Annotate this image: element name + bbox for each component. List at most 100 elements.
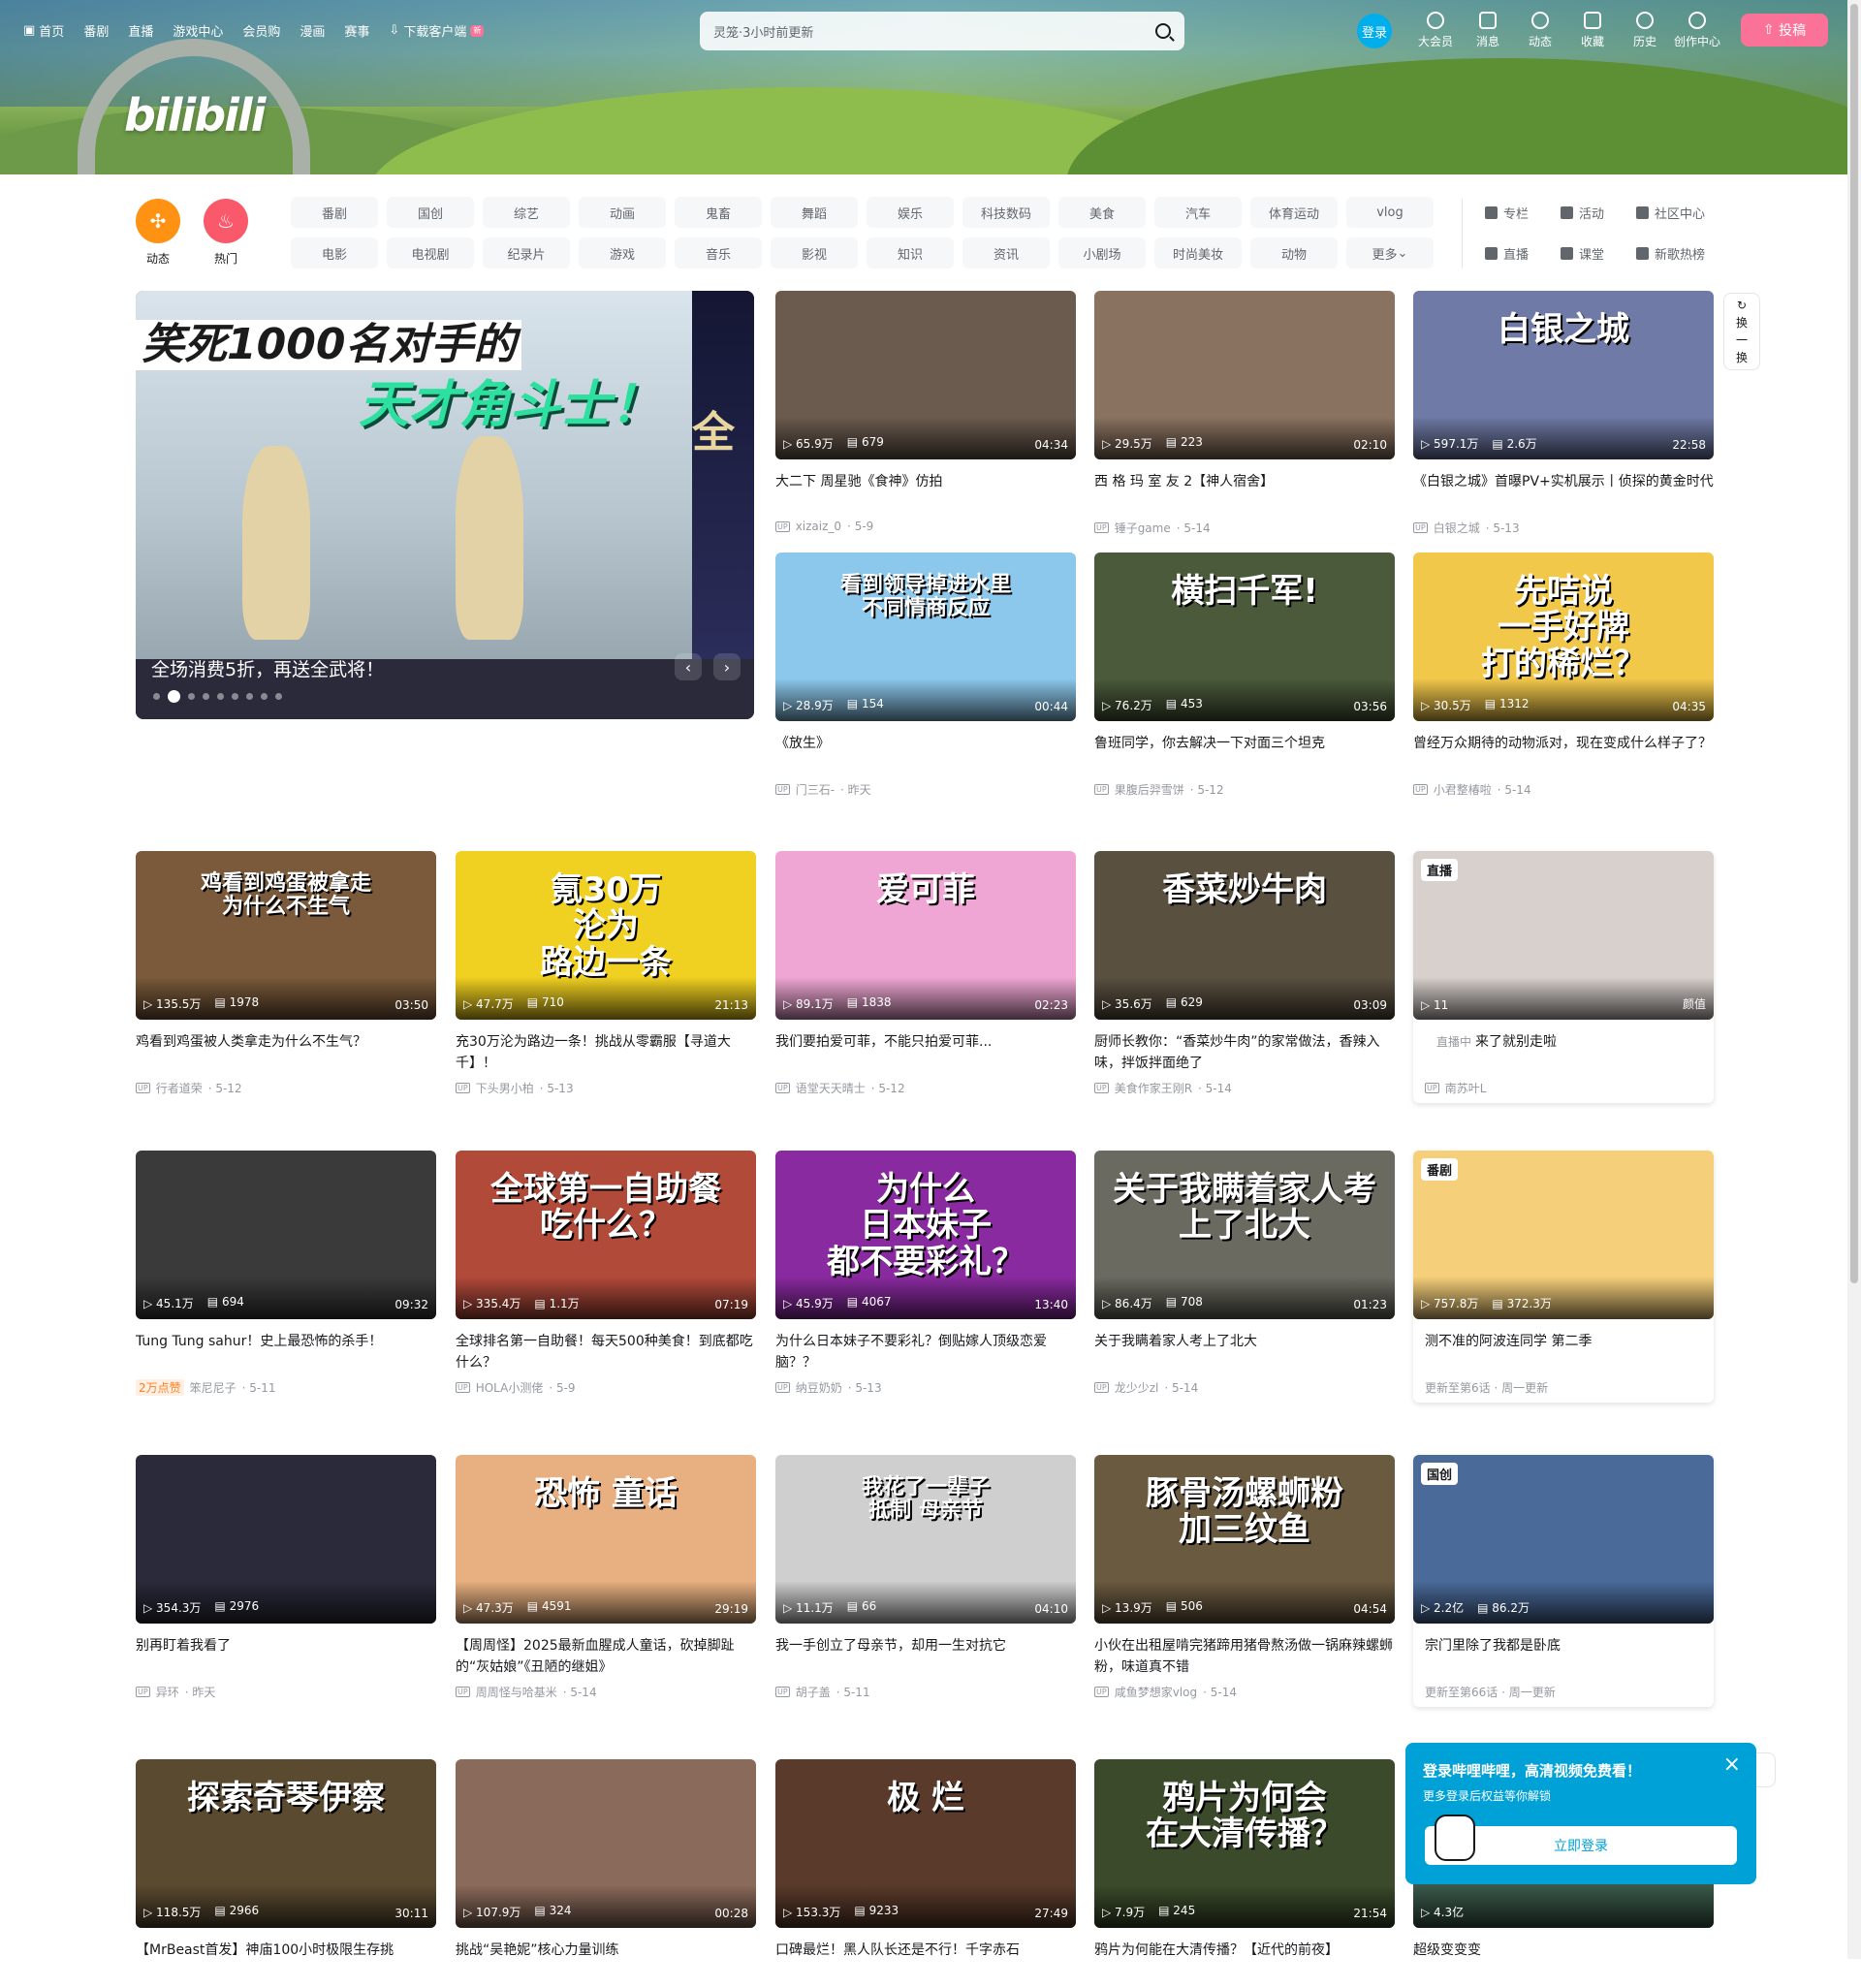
carousel-dot[interactable]: [203, 693, 209, 700]
scrollbar[interactable]: [1847, 0, 1861, 1959]
uploader-name[interactable]: 白银之城: [1434, 520, 1480, 536]
bilibili-logo[interactable]: bilibili: [124, 89, 266, 142]
video-card[interactable]: 全球第一自助餐 吃什么？ ▷ 335.4万 ▤ 1.1万 07:19 全球排名第一自助餐…: [456, 1151, 756, 1396]
nav-vip[interactable]: 大会员: [1409, 12, 1462, 49]
channel-tag[interactable]: 小剧场: [1058, 237, 1146, 268]
video-thumbnail[interactable]: 豚骨汤螺蛳粉 加三纹鱼 ▷ 13.9万 ▤ 506 04:54: [1094, 1455, 1395, 1624]
video-card[interactable]: 国创 ▷ 2.2亿 ▤ 86.2万 宗门里除了我都是卧底 更新至第66话 · 周一更新: [1413, 1455, 1714, 1707]
nav-manga[interactable]: 漫画: [300, 21, 325, 40]
video-title[interactable]: 厨师长教你：“香菜炒牛肉”的家常做法，香辣入味，拌饭拌面绝了: [1094, 1031, 1395, 1074]
video-card[interactable]: 探索奇琴伊察 ▷ 118.5万 ▤ 2966 30:11 【MrBeast首发】神庙10…: [136, 1759, 436, 1988]
video-title[interactable]: 关于我瞒着家人考上了北大: [1094, 1331, 1395, 1373]
video-thumbnail[interactable]: ▷ 107.9万 ▤ 324 00:28: [456, 1759, 756, 1928]
carousel-dot[interactable]: [261, 693, 268, 700]
video-card[interactable]: ▷ 65.9万 ▤ 679 04:34 大二下 周星驰《食神》仿拍 UP xizaiz_0…: [775, 291, 1076, 533]
channel-tag[interactable]: 知识: [867, 237, 954, 268]
search-bar[interactable]: 灵笼·3小时前更新: [700, 12, 1184, 50]
video-thumbnail[interactable]: 我花了一辈子 抵制 母亲节 ▷ 11.1万 ▤ 66 04:10: [775, 1455, 1076, 1624]
uploader-name[interactable]: 龙少少zl: [1115, 1379, 1159, 1396]
video-card[interactable]: 番剧 ▷ 757.8万 ▤ 372.3万 测不准的阿波连同学 第二季 更新至第6话 · …: [1413, 1151, 1714, 1403]
video-title[interactable]: 充30万沦为路边一条！挑战从零霸服【寻道大千】！: [456, 1031, 756, 1074]
video-card[interactable]: 爱可菲 ▷ 89.1万 ▤ 1838 02:23 我们要拍爱可菲，不能只拍爱可菲... U…: [775, 851, 1076, 1096]
channel-tag[interactable]: 影视: [771, 237, 858, 268]
nav-history[interactable]: 历史: [1619, 12, 1671, 49]
video-card[interactable]: ▷ 29.5万 ▤ 223 02:10 西 格 玛 室 友 2【神人宿舍】 UP 锤子ga…: [1094, 291, 1395, 536]
nav-dynamic[interactable]: 动态: [1514, 12, 1566, 49]
nav-mall[interactable]: 会员购: [242, 21, 280, 40]
channel-tag[interactable]: 娱乐: [867, 197, 954, 228]
video-title[interactable]: 我一手创立了母亲节，却用一生对抗它: [775, 1635, 1076, 1678]
video-title[interactable]: 鸦片为何能在大清传播？【近代的前夜】: [1094, 1940, 1395, 1982]
video-thumbnail[interactable]: 爱可菲 ▷ 89.1万 ▤ 1838 02:23: [775, 851, 1076, 1020]
video-thumbnail[interactable]: ▷ 65.9万 ▤ 679 04:34: [775, 291, 1076, 459]
video-thumbnail[interactable]: 恐怖 童话 ▷ 47.3万 ▤ 4591 29:19: [456, 1455, 756, 1624]
video-title[interactable]: 大二下 周星驰《食神》仿拍: [775, 471, 1076, 514]
uploader-name[interactable]: 咸鱼梦想家vlog: [1115, 1684, 1197, 1700]
video-title[interactable]: 【MrBeast首发】神庙100小时极限生存挑: [136, 1940, 436, 1982]
video-title[interactable]: 直播中 来了就别走啦: [1413, 1031, 1714, 1074]
uploader-name[interactable]: 纳豆奶奶: [796, 1379, 842, 1396]
channel-tag[interactable]: 游戏: [579, 237, 666, 268]
video-card[interactable]: 极 烂 ▷ 153.3万 ▤ 9233 27:49 口碑最烂！黑人队长还是不行！千字赤石: [775, 1759, 1076, 1988]
video-card[interactable]: ▷ 45.1万 ▤ 694 09:32 Tung Tung sahur！史上最恐怖的杀…: [136, 1151, 436, 1396]
nav-game-center[interactable]: 游戏中心: [173, 21, 223, 40]
channel-tag[interactable]: 舞蹈: [771, 197, 858, 228]
channel-tag[interactable]: 资讯: [962, 237, 1050, 268]
uploader-name[interactable]: xizaiz_0: [796, 520, 841, 533]
uploader-name[interactable]: 笨尼尼子: [190, 1379, 237, 1396]
uploader-name[interactable]: 语堂天天晴士: [796, 1080, 866, 1096]
carousel[interactable]: 全 笑死1000名对手的 天才角斗士！ 全场消费5折，再送全武将！ ‹ ›: [136, 291, 754, 719]
video-card[interactable]: 香菜炒牛肉 ▷ 35.6万 ▤ 629 03:09 厨师长教你：“香菜炒牛肉”的家常做法…: [1094, 851, 1395, 1096]
extra-channel-link[interactable]: 社区中心: [1636, 204, 1705, 222]
carousel-dot[interactable]: [232, 693, 238, 700]
carousel-dot[interactable]: [275, 693, 282, 700]
video-thumbnail[interactable]: 鸦片为何会 在大清传播？ ▷ 7.9万 ▤ 245 21:54: [1094, 1759, 1395, 1928]
video-card[interactable]: 横扫千军! ▷ 76.2万 ▤ 453 03:56 鲁班同学，你去解决一下对面三个坦克 U…: [1094, 552, 1395, 798]
uploader-name[interactable]: 行者道荣: [156, 1080, 203, 1096]
channel-tag[interactable]: 动画: [579, 197, 666, 228]
extra-channel-link[interactable]: 专栏: [1485, 204, 1529, 222]
video-title[interactable]: 鲁班同学，你去解决一下对面三个坦克: [1094, 733, 1395, 775]
video-thumbnail[interactable]: 白银之城 ▷ 597.1万 ▤ 2.6万 22:58: [1413, 291, 1714, 459]
channel-tag[interactable]: 汽车: [1154, 197, 1242, 228]
channel-tag[interactable]: 国创: [387, 197, 474, 228]
video-card[interactable]: 看到领导掉进水里 不同情商反应 ▷ 28.9万 ▤ 154 00:44 《放生》 UP 门三…: [775, 552, 1076, 798]
channel-tag[interactable]: 纪录片: [483, 237, 570, 268]
video-thumbnail[interactable]: 番剧 ▷ 757.8万 ▤ 372.3万: [1413, 1151, 1714, 1319]
channel-tag[interactable]: 更多 ⌄: [1346, 237, 1434, 268]
video-card[interactable]: 豚骨汤螺蛳粉 加三纹鱼 ▷ 13.9万 ▤ 506 04:54 小伙在出租屋啃完猪蹄用猪…: [1094, 1455, 1395, 1700]
video-title[interactable]: 全球排名第一自助餐！每天500种美食！到底都吃什么？: [456, 1331, 756, 1373]
channel-tag[interactable]: 鬼畜: [675, 197, 762, 228]
video-card[interactable]: 白银之城 ▷ 597.1万 ▤ 2.6万 22:58 《白银之城》首曝PV+实机展示丨侦…: [1413, 291, 1714, 536]
video-card[interactable]: 为什么 日本妹子 都不要彩礼？ ▷ 45.9万 ▤ 4067 13:40 为什么日本妹子…: [775, 1151, 1076, 1396]
video-thumbnail[interactable]: 关于我瞒着家人考上了北大 ▷ 86.4万 ▤ 708 01:23: [1094, 1151, 1395, 1319]
extra-channel-link[interactable]: 课堂: [1561, 244, 1604, 263]
carousel-title[interactable]: 全场消费5折，再送全武将！: [151, 655, 384, 681]
carousel-prev-button[interactable]: ‹: [675, 653, 702, 680]
uploader-name[interactable]: 南苏叶L: [1445, 1080, 1487, 1096]
video-thumbnail[interactable]: 鸡看到鸡蛋被拿走 为什么不生气 ▷ 135.5万 ▤ 1978 03:50: [136, 851, 436, 1020]
video-card[interactable]: 氪30万 沦为 路边一条 ▷ 47.7万 ▤ 710 21:13 充30万沦为路边一条！…: [456, 851, 756, 1096]
video-thumbnail[interactable]: 看到领导掉进水里 不同情商反应 ▷ 28.9万 ▤ 154 00:44: [775, 552, 1076, 721]
close-icon[interactable]: ×: [1723, 1752, 1741, 1777]
video-thumbnail[interactable]: 极 烂 ▷ 153.3万 ▤ 9233 27:49: [775, 1759, 1076, 1928]
refresh-button[interactable]: ↻ 换 一 换: [1723, 293, 1760, 370]
video-title[interactable]: 鸡看到鸡蛋被人类拿走为什么不生气？: [136, 1031, 436, 1074]
carousel-dot[interactable]: [188, 693, 195, 700]
nav-message[interactable]: 消息: [1462, 12, 1514, 49]
channel-tag[interactable]: 动物: [1250, 237, 1338, 268]
uploader-name[interactable]: 美食作家王刚R: [1115, 1080, 1192, 1096]
video-title[interactable]: 《白银之城》首曝PV+实机展示丨侦探的黄金时代: [1413, 471, 1714, 514]
video-card[interactable]: 先咭说 一手好牌 打的稀烂？ ▷ 30.5万 ▤ 1312 04:35 曾经万众期待的动…: [1413, 552, 1714, 798]
nav-match[interactable]: 赛事: [344, 21, 369, 40]
video-thumbnail[interactable]: 探索奇琴伊察 ▷ 118.5万 ▤ 2966 30:11: [136, 1759, 436, 1928]
video-thumbnail[interactable]: ▷ 45.1万 ▤ 694 09:32: [136, 1151, 436, 1319]
nav-creator[interactable]: 创作中心: [1671, 12, 1723, 49]
uploader-name[interactable]: 胡子盖: [796, 1684, 831, 1700]
video-card[interactable]: 直播 ▷ 11 颜值 直播中 来了就别走啦 UP 南苏叶L: [1413, 851, 1714, 1103]
upload-button[interactable]: ⇧ 投稿: [1741, 14, 1828, 47]
video-title[interactable]: Tung Tung sahur！史上最恐怖的杀手！: [136, 1331, 436, 1373]
uploader-name[interactable]: 锤子game: [1115, 520, 1171, 536]
video-thumbnail[interactable]: 氪30万 沦为 路边一条 ▷ 47.7万 ▤ 710 21:13: [456, 851, 756, 1020]
video-title[interactable]: 我们要拍爱可菲，不能只拍爱可菲...: [775, 1031, 1076, 1074]
